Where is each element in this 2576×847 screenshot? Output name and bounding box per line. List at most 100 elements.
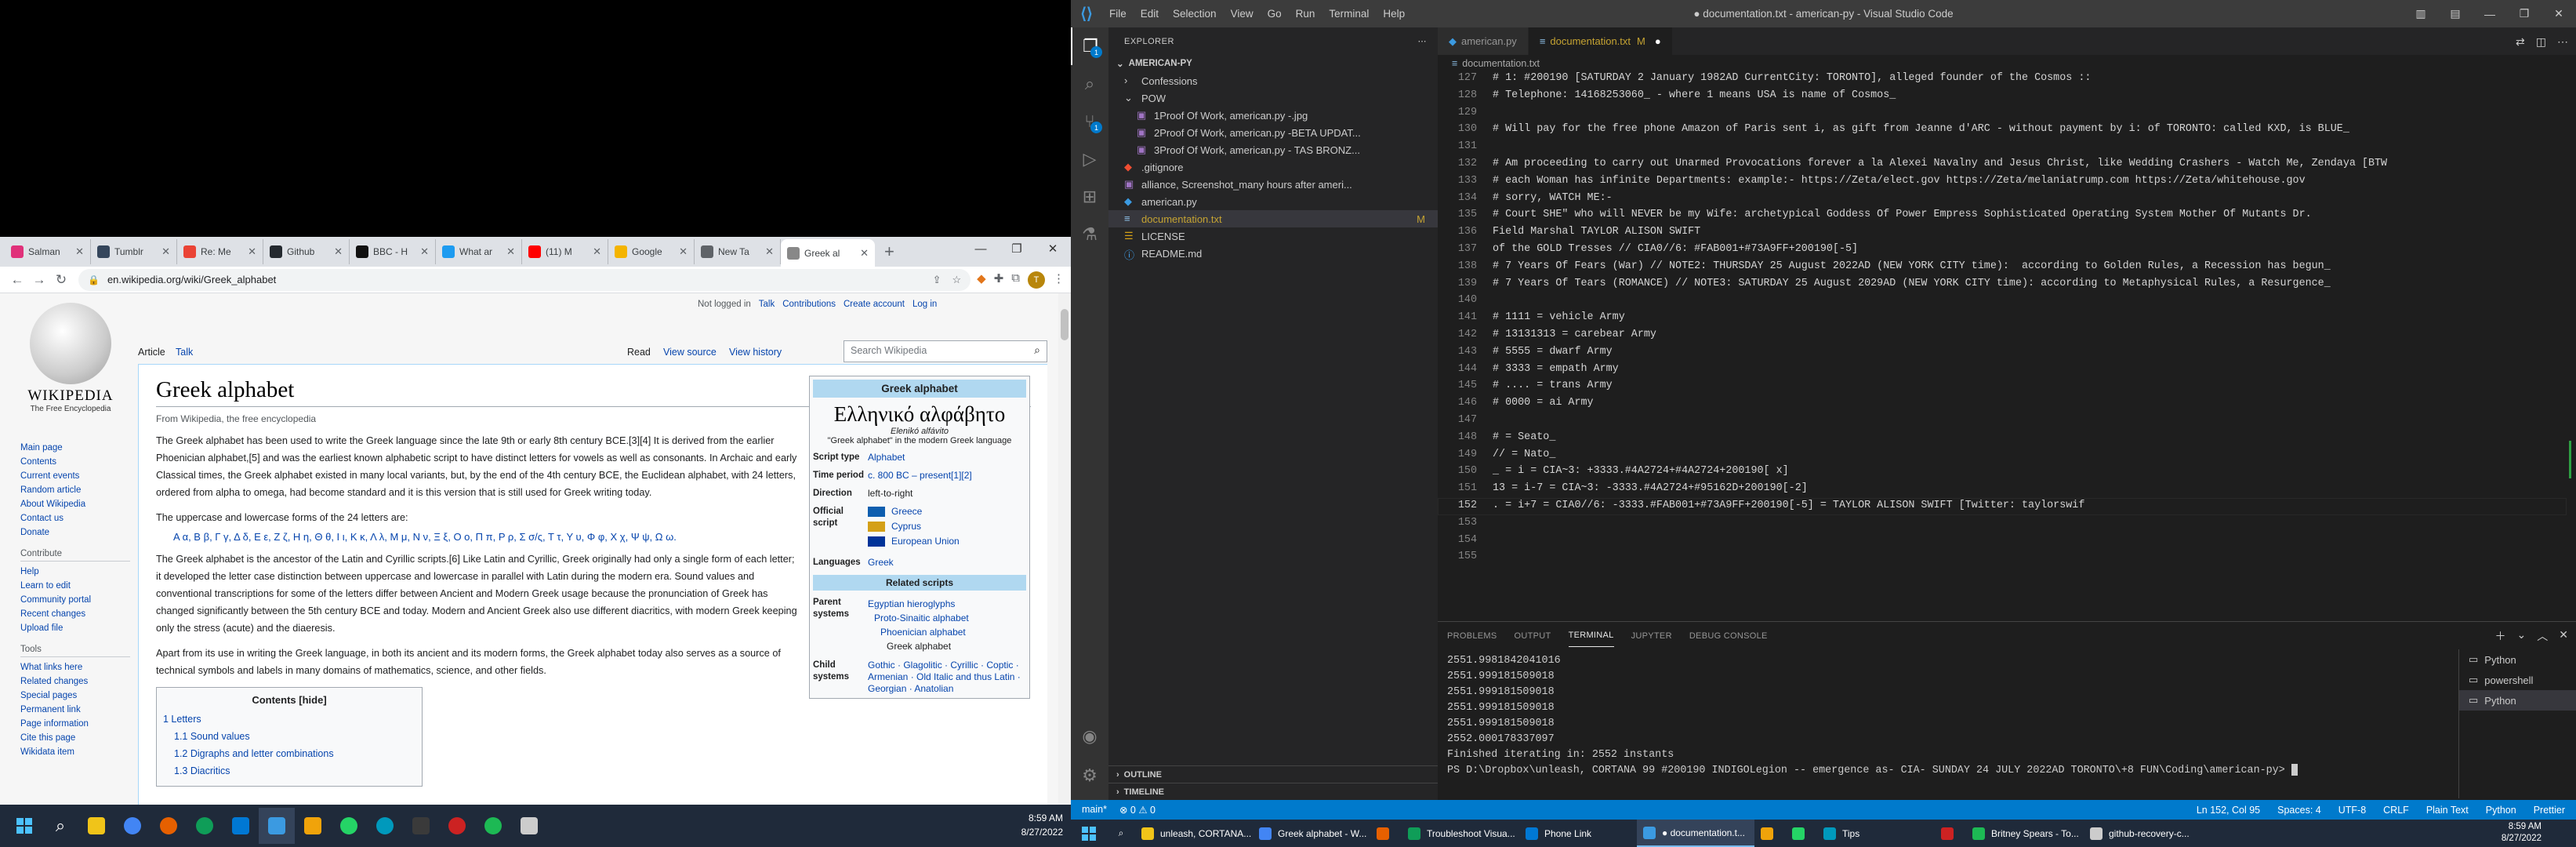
tab-read[interactable]: Read	[627, 347, 651, 358]
code-line[interactable]: # 1: #200190 [SATURDAY 2 January 1982AD …	[1493, 72, 2091, 84]
sidebar-link[interactable]: Upload file	[20, 621, 130, 635]
code-editor[interactable]: 127 # 1: #200190 [SATURDAY 2 January 1982…	[1438, 72, 2576, 621]
close-icon[interactable]: ✕	[2559, 628, 2568, 644]
outline-section[interactable]: › OUTLINE	[1108, 765, 1438, 783]
tab-talk[interactable]: Talk	[176, 347, 193, 358]
status-item[interactable]: Plain Text	[2426, 805, 2469, 816]
code-line[interactable]: # 1111 = vehicle Army	[1493, 311, 1625, 323]
menu-item[interactable]: Help	[1383, 8, 1405, 20]
sticky-icon[interactable]	[295, 808, 331, 844]
source-control-icon[interactable]: ⑂ 1	[1071, 103, 1108, 140]
panel-tab[interactable]: JUPYTER	[1631, 625, 1672, 647]
taskbar-button[interactable]	[1370, 820, 1402, 847]
file-tree-item[interactable]: ◆ american.py	[1108, 193, 1438, 210]
editor-tab[interactable]: ◆ american.py	[1438, 27, 1529, 55]
code-line[interactable]: # 5555 = dwarf Army	[1493, 346, 1613, 358]
sidebar-link[interactable]: About Wikipedia	[20, 497, 130, 511]
run-debug-icon[interactable]: ▷	[1071, 140, 1108, 178]
toc-link[interactable]: 1.2 Digraphs and letter combinations	[174, 748, 334, 759]
taskbar-button[interactable]: ● documentation.t...	[1637, 820, 1754, 847]
maximize-panel-icon[interactable]: ︿	[2537, 628, 2548, 644]
more-actions-icon[interactable]: ⋯	[1418, 36, 1428, 46]
personal-link[interactable]: Talk	[759, 300, 775, 309]
restore-icon[interactable]: ❐	[2507, 0, 2542, 27]
editor-tab[interactable]: ≡ documentation.txt M ●	[1528, 27, 1673, 55]
vscode-icon[interactable]	[259, 808, 295, 844]
sidebar-link[interactable]: What links here	[20, 660, 130, 674]
panel-tab[interactable]: TERMINAL	[1568, 624, 1614, 647]
code-line[interactable]: # = Seato_	[1493, 431, 1555, 443]
search-icon[interactable]: ⌕	[42, 808, 78, 844]
panel-tab[interactable]: OUTPUT	[1515, 625, 1551, 647]
sidebar-link[interactable]: Random article	[20, 483, 130, 497]
file-tree-item[interactable]: ⌄ POW	[1108, 89, 1438, 107]
new-terminal-icon[interactable]: ＋	[2495, 628, 2506, 644]
phone-icon[interactable]	[403, 808, 439, 844]
status-item[interactable]: Ln 152, Col 95	[2197, 805, 2260, 816]
browser-tab[interactable]: What ar ✕	[436, 239, 522, 264]
sidebar-link[interactable]: Help	[20, 565, 130, 579]
extensions-icon[interactable]: ⊞	[1071, 178, 1108, 216]
panel-tab[interactable]: DEBUG CONSOLE	[1689, 625, 1768, 647]
close-tab-icon[interactable]: ✕	[593, 245, 601, 258]
terminal-instance[interactable]: ▭ Python	[2459, 649, 2576, 670]
code-line[interactable]: . = i+7 = CIA0//6: -3333.#FAB001+#73A9FF…	[1493, 500, 2084, 511]
extension-icon[interactable]: ✚	[994, 271, 1004, 289]
parent-item[interactable]: Phoenician alphabet	[868, 625, 1026, 639]
sidebar-link[interactable]: Learn to edit	[20, 579, 130, 593]
status-item[interactable]: ⊗ 0 ⚠ 0	[1119, 804, 1156, 816]
terminal-instance[interactable]: ▭ powershell	[2459, 670, 2576, 690]
browser-tab[interactable]: Github ✕	[263, 239, 350, 264]
code-line[interactable]: # 3333 = empath Army	[1493, 363, 1619, 375]
whatsapp-icon[interactable]	[331, 808, 367, 844]
sidebar-link[interactable]: Contact us	[20, 511, 130, 525]
sidebar-link[interactable]: Special pages	[20, 689, 130, 703]
code-line[interactable]: # Am proceeding to carry out Unarmed Pro…	[1493, 158, 2387, 169]
layout-panel-icon[interactable]: ▤	[2438, 0, 2473, 27]
timeline-section[interactable]: › TIMELINE	[1108, 783, 1438, 800]
infobox-value[interactable]: c. 800 BC – present[1][2]	[868, 470, 1026, 482]
parent-item[interactable]: Proto-Sinaitic alphabet	[868, 611, 1026, 625]
toc-link[interactable]: 1.3 Diacritics	[174, 765, 230, 776]
sidebar-link[interactable]: Current events	[20, 469, 130, 483]
code-line[interactable]: _ = i = CIA~3: +3333.#4A2724+#4A2724+200…	[1493, 465, 1789, 477]
tab-article[interactable]: Article	[138, 347, 165, 358]
star-icon[interactable]: ☆	[952, 274, 962, 286]
profile-avatar[interactable]: T	[1028, 271, 1045, 289]
terminal-output[interactable]: 2551.9981842041016 2551.999181509018 2551.…	[1447, 653, 2451, 779]
share-icon[interactable]: ⇪	[933, 274, 942, 286]
menu-item[interactable]: Edit	[1141, 8, 1159, 20]
sidebar-link[interactable]: Related changes	[20, 674, 130, 689]
puzzle-icon[interactable]: ⧉	[1011, 271, 1020, 289]
menu-icon[interactable]: ⋮	[1053, 271, 1065, 289]
more-actions-icon[interactable]: ⋯	[2557, 35, 2568, 49]
menu-item[interactable]: Selection	[1173, 8, 1217, 20]
file-explorer-icon[interactable]	[78, 808, 114, 844]
taskbar-clock[interactable]: 8:59 AM 8/27/2022	[1021, 811, 1063, 839]
taskbar-button[interactable]: Troubleshoot Visua...	[1402, 820, 1519, 847]
official-item[interactable]: European Union	[868, 536, 1026, 547]
taskbar-button[interactable]: Tips	[1817, 820, 1935, 847]
close-tab-icon[interactable]: ✕	[334, 245, 343, 258]
close-tab-icon[interactable]: ✕	[161, 245, 170, 258]
code-line[interactable]: Field Marshal TAYLOR ALISON SWIFT	[1493, 226, 1700, 238]
toc-link[interactable]: 1 Letters	[163, 714, 201, 725]
taskbar-button[interactable]: Greek alphabet - W...	[1253, 820, 1370, 847]
menu-item[interactable]: Run	[1296, 8, 1315, 20]
code-line[interactable]: // = Nato_	[1493, 449, 1555, 460]
parent-item[interactable]: Greek alphabet	[868, 639, 1026, 653]
firefox-icon[interactable]	[151, 808, 187, 844]
file-tree-item[interactable]: › Confessions	[1108, 72, 1438, 89]
minimize-icon[interactable]: —	[2473, 0, 2507, 27]
official-item[interactable]: Cyprus	[868, 521, 1026, 533]
code-line[interactable]: of the GOLD Tresses // CIA0//6: #FAB001+…	[1493, 243, 1858, 255]
menu-item[interactable]: File	[1109, 8, 1127, 20]
file-tree-item[interactable]: ▣ 3Proof Of Work, american.py - TAS BRONZ…	[1108, 141, 1438, 158]
file-tree-item[interactable]: ▣ alliance, Screenshot_many hours after a…	[1108, 176, 1438, 193]
taskbar-button[interactable]	[1754, 820, 1786, 847]
taskbar-button[interactable]: github-recovery-c...	[2084, 820, 2201, 847]
spotify-icon[interactable]	[475, 808, 511, 844]
browser-tab[interactable]: (11) M ✕	[522, 239, 608, 264]
code-line[interactable]: 13 = i-7 = CIA~3: -3333.#4A2724+#95162D+…	[1493, 482, 1808, 494]
code-line[interactable]: # sorry, WATCH ME:-	[1493, 192, 1613, 204]
